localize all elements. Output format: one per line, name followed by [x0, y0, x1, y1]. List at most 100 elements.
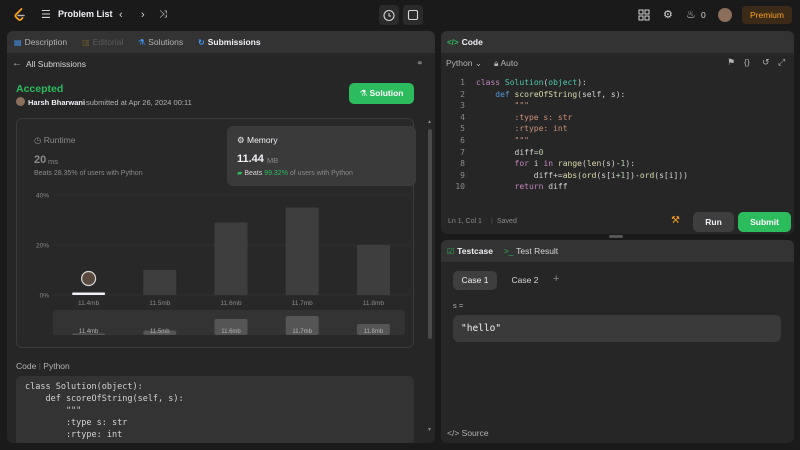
chart-bar[interactable]: [72, 292, 106, 296]
avatar[interactable]: [718, 8, 732, 22]
tab-solutions[interactable]: ⚗ Solutions: [138, 37, 183, 47]
status-accepted: Accepted: [16, 83, 64, 95]
scrollbar-thumb[interactable]: [428, 129, 432, 339]
auto-toggle[interactable]: 🔒︎ Auto: [494, 58, 518, 69]
code-editor[interactable]: 1 2 3 4 5 6 7 8 9 10 class Solution(object): def …: [441, 75, 794, 195]
premium-button[interactable]: Premium: [742, 6, 792, 24]
list-icon[interactable]: ☰: [41, 8, 51, 22]
chart-bar[interactable]: [285, 207, 319, 296]
testcase-panel: ☑ Testcase >_ Test Result Case 1 Case 2 + …: [441, 240, 794, 443]
description-icon: ▤: [14, 38, 22, 47]
x-tick-label: 11.8mb: [363, 300, 385, 307]
y-tick-label: 0%: [40, 293, 50, 300]
memory-chip-icon: ⚙: [237, 135, 247, 145]
code-icon: </>: [447, 428, 462, 438]
line-number: 5: [460, 124, 465, 134]
x-tick-label: 11.6mb: [220, 300, 242, 307]
overview-label: 11.5mb: [150, 329, 170, 335]
user-avatar[interactable]: [16, 97, 25, 106]
chevron-right-icon[interactable]: ›: [141, 8, 145, 22]
streak-fire-icon[interactable]: ♨: [686, 8, 696, 22]
editor-code-line: diff=0: [476, 147, 544, 157]
code-tab-bar: </> Code: [441, 31, 794, 53]
link-icon[interactable]: ⚭: [416, 58, 424, 69]
expand-icon[interactable]: ⤢: [778, 57, 785, 68]
testcase-input[interactable]: "hello": [453, 315, 781, 342]
solutions-icon: ⚗: [138, 38, 146, 47]
performance-stats: ◷ Runtime 20 ms Beats 28.35% of users wi…: [16, 118, 416, 348]
left-scrollbar[interactable]: ▲ ▼: [427, 119, 433, 435]
tab-description[interactable]: ▤ Description: [14, 37, 67, 47]
editor-code-line: diff+=abs(ord(s[i+1])-ord(s[i])): [476, 170, 688, 180]
chevron-left-icon[interactable]: ‹: [119, 8, 123, 22]
runtime-unit: ms: [48, 157, 58, 166]
language-select[interactable]: Python ⌄: [446, 58, 482, 69]
submitted-time: submitted at Apr 26, 2024 00:11: [86, 98, 192, 107]
line-number: 2: [460, 89, 465, 99]
x-tick-label: 11.4mb: [78, 300, 100, 307]
problem-list-link[interactable]: Problem List: [58, 9, 113, 19]
reset-icon[interactable]: ↺: [762, 57, 770, 68]
scroll-down-icon[interactable]: ▼: [427, 427, 432, 433]
debug-icon[interactable]: ⚒: [671, 215, 680, 226]
y-tick-label: 40%: [36, 193, 49, 200]
line-number: 9: [460, 170, 465, 180]
run-button[interactable]: Run: [693, 212, 734, 232]
submissions-icon: ↻: [198, 38, 205, 47]
submit-button[interactable]: Submit: [738, 212, 791, 232]
chevron-down-icon: ⌄: [474, 58, 482, 68]
code-header: Code | Python: [16, 361, 70, 371]
settings-gear-icon[interactable]: ⚙: [663, 8, 673, 22]
editorial-icon: ▥: [82, 38, 90, 47]
tab-editorial[interactable]: ▥ Editorial: [82, 37, 123, 47]
back-arrow-icon[interactable]: ←: [12, 58, 22, 69]
flask-icon: ⚗: [359, 88, 370, 98]
x-tick-label: 11.5mb: [149, 300, 171, 307]
line-number: 1: [460, 78, 465, 87]
runtime-beats: Beats 28.35% of users with Python: [34, 170, 143, 177]
add-case-icon[interactable]: +: [553, 273, 559, 285]
code-line: :type s: str: [25, 418, 128, 428]
memory-label: ⚙ Memory: [237, 135, 278, 145]
editor-code-line: """: [514, 101, 529, 111]
code-line: """: [25, 406, 82, 416]
shuffle-icon[interactable]: ⤨: [159, 8, 167, 22]
all-submissions-link[interactable]: All Submissions: [26, 59, 86, 69]
line-number: 6: [460, 136, 465, 145]
chart-bar[interactable]: [356, 245, 390, 295]
overview-label: 11.6mb: [221, 329, 241, 335]
leetcode-logo[interactable]: [13, 8, 27, 22]
runtime-label[interactable]: ◷ Runtime: [34, 135, 75, 146]
case-2-tab[interactable]: Case 2: [503, 271, 547, 290]
tab-test-result[interactable]: >_ Test Result: [504, 246, 558, 256]
tab-testcase[interactable]: ☑ Testcase: [447, 246, 493, 256]
left-tab-bar: ▤ Description ▥ Editorial ⚗ Solutions ↻ Subm…: [7, 31, 435, 53]
braces-icon[interactable]: {}: [744, 57, 750, 67]
lock-icon: 🔒︎: [494, 58, 499, 68]
streak-count: 0: [701, 10, 706, 20]
memory-card[interactable]: ⚙ Memory 11.44 MB ▰ Beats 99.32% of user…: [227, 126, 416, 186]
solution-button[interactable]: ⚗ Solution: [349, 83, 414, 104]
notes-button[interactable]: [403, 5, 423, 25]
my-submission-avatar: [80, 270, 97, 287]
chart-bar[interactable]: [143, 270, 177, 295]
grid-icon[interactable]: [638, 9, 650, 21]
testcase-tab-bar: ☑ Testcase >_ Test Result: [441, 240, 794, 262]
overview-label: 11.7mb: [292, 329, 312, 335]
scroll-up-icon[interactable]: ▲: [427, 119, 432, 125]
submitted-code-block[interactable]: class Solution(object): def scoreOfStrin…: [16, 376, 414, 443]
bookmark-icon[interactable]: ⚑: [727, 57, 735, 68]
source-link[interactable]: </> Source: [447, 428, 489, 438]
username[interactable]: Harsh Bharwani: [28, 98, 85, 107]
x-tick-label: 11.7mb: [292, 300, 314, 307]
line-number: 3: [460, 101, 465, 111]
chart-bar[interactable]: [214, 222, 248, 296]
case-1-tab[interactable]: Case 1: [453, 271, 497, 290]
tab-submissions[interactable]: ↻ Submissions: [198, 37, 261, 47]
tab-code[interactable]: </> Code: [447, 37, 483, 47]
editor-code-line: class Solution(object):: [476, 78, 587, 87]
memory-distribution-chart[interactable]: 40% 20% 0% 11.4mb 11.5mb 11.6mb 11.7mb 11.8mb 11…: [17, 191, 413, 346]
timer-button[interactable]: [379, 5, 399, 25]
code-line: class Solution(object):: [25, 382, 143, 392]
resize-handle[interactable]: [609, 235, 623, 238]
